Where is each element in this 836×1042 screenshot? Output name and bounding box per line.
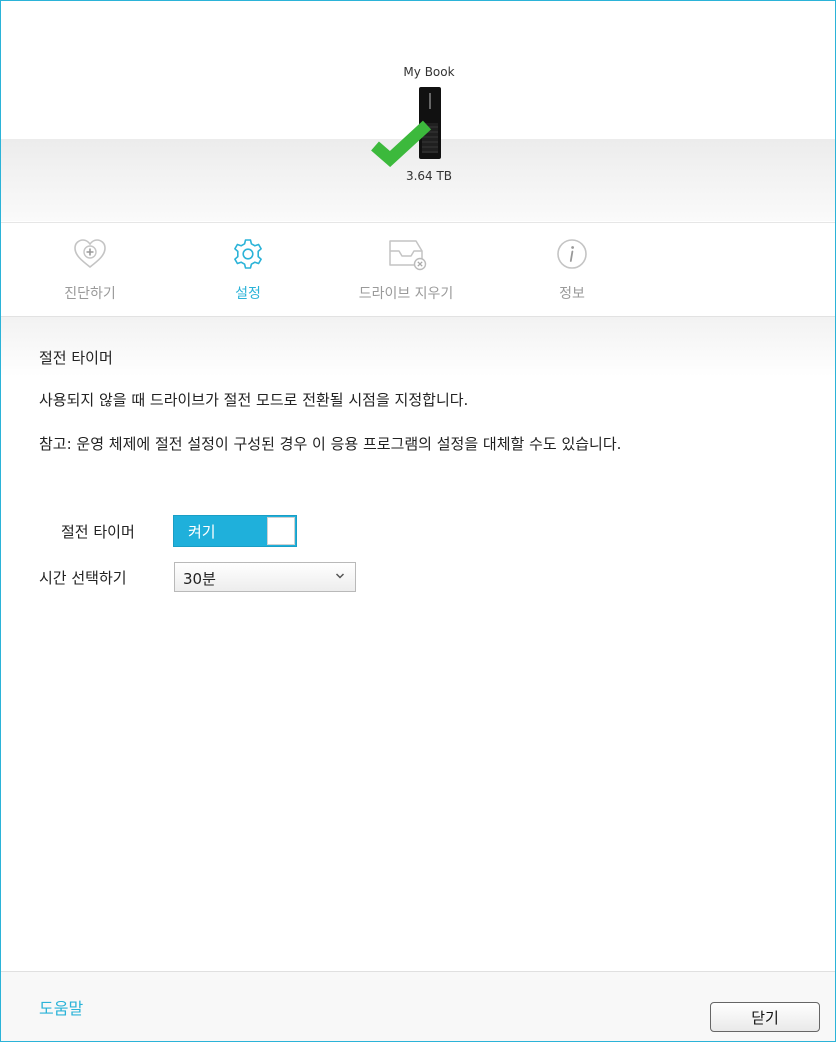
tab-info[interactable]: 정보 xyxy=(502,237,642,303)
tab-label-diagnostics: 진단하기 xyxy=(64,286,116,302)
description-text: 사용되지 않을 때 드라이브가 절전 모드로 전환될 시점을 지정합니다. xyxy=(39,391,469,409)
settings-panel: 절전 타이머 사용되지 않을 때 드라이브가 절전 모드로 전환될 시점을 지정… xyxy=(1,317,835,1037)
footer-bar: 도움말 닫기 xyxy=(1,972,835,1041)
time-select-label: 시간 선택하기 xyxy=(39,569,127,587)
close-button[interactable]: 닫기 xyxy=(710,1002,820,1032)
toggle-on-text: 켜기 xyxy=(188,523,216,541)
note-text: 참고: 운영 체제에 절전 설정이 구성된 경우 이 응용 프로그램의 설정을 … xyxy=(39,435,622,453)
time-select-value: 30분 xyxy=(183,570,216,588)
help-link[interactable]: 도움말 xyxy=(39,995,83,1019)
heart-plus-icon xyxy=(74,239,106,269)
device-name: My Book xyxy=(403,65,455,79)
erase-drive-icon xyxy=(389,240,427,271)
wd-drive-utilities-window: My Book 3.64 TB 진단하기 설정 드라이브 지우기 정보 절전 타… xyxy=(0,0,836,1042)
tab-label-erase-drive: 드라이브 지우기 xyxy=(358,286,454,302)
tab-erase-drive[interactable]: 드라이브 지우기 xyxy=(336,237,476,303)
info-icon xyxy=(557,239,587,269)
device-capacity: 3.64 TB xyxy=(405,169,453,183)
tab-label-info: 정보 xyxy=(559,286,585,302)
gear-icon xyxy=(234,239,262,269)
check-icon xyxy=(371,120,431,167)
chevron-down-icon xyxy=(335,573,345,579)
sleep-timer-toggle[interactable]: 켜기 xyxy=(173,515,297,547)
tab-settings[interactable]: 설정 xyxy=(178,237,318,303)
sleep-timer-label: 절전 타이머 xyxy=(61,523,135,541)
tab-label-settings: 설정 xyxy=(235,286,261,302)
time-select-dropdown[interactable]: 30분 xyxy=(174,562,356,592)
section-title: 절전 타이머 xyxy=(39,349,113,367)
tab-bar: 진단하기 설정 드라이브 지우기 정보 xyxy=(1,223,835,316)
toggle-knob xyxy=(267,517,295,545)
tab-diagnostics[interactable]: 진단하기 xyxy=(20,237,160,303)
